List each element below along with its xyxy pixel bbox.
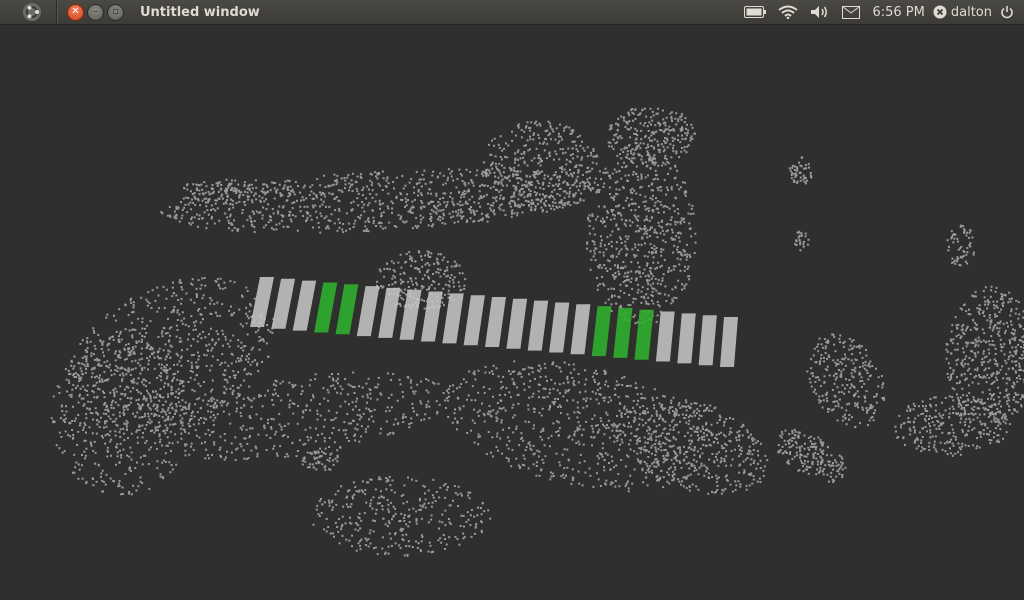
power-icon[interactable] [1000, 5, 1014, 19]
point-cloud-canvas[interactable] [0, 25, 1024, 600]
minimize-button[interactable]: – [87, 3, 104, 21]
step-bar [271, 278, 296, 329]
step-bar [442, 293, 464, 344]
wifi-icon[interactable] [778, 5, 799, 19]
maximize-button[interactable]: ▫ [107, 3, 124, 21]
minimize-icon: – [93, 6, 98, 17]
step-bar [378, 287, 401, 338]
top-panel: ✕ – ▫ Untitled window 6:56 PM dalton [0, 0, 1024, 25]
volume-icon[interactable] [810, 5, 830, 19]
highlighted-step-bar [613, 307, 633, 358]
step-bar [549, 302, 570, 353]
step-bar [570, 304, 591, 355]
step-bar [677, 313, 696, 364]
window-title: Untitled window [140, 4, 260, 20]
maximize-icon: ▫ [112, 6, 119, 17]
battery-icon[interactable] [744, 6, 767, 18]
system-tray: 6:56 PM dalton [732, 0, 1024, 24]
user-name: dalton [950, 4, 992, 20]
user-status-icon [933, 5, 947, 19]
close-button[interactable]: ✕ [67, 3, 84, 21]
ubuntu-logo-icon[interactable] [22, 2, 42, 22]
close-icon: ✕ [71, 6, 80, 17]
step-bar [356, 286, 380, 337]
point-cloud-viewport[interactable] [0, 25, 1024, 600]
highlighted-step-bar [335, 284, 359, 335]
step-bar [463, 295, 485, 346]
mail-icon[interactable] [842, 5, 861, 19]
panel-separator [56, 0, 57, 24]
step-bar [720, 317, 738, 367]
step-bar [420, 291, 443, 342]
step-bar [698, 315, 717, 366]
step-bar [655, 311, 675, 362]
step-bar [399, 289, 422, 340]
step-bar [527, 300, 549, 351]
step-bar [506, 298, 528, 349]
step-bars [250, 277, 738, 367]
step-bar [292, 280, 317, 331]
highlighted-step-bar [591, 306, 612, 357]
highlighted-step-bar [314, 282, 338, 333]
user-menu[interactable]: dalton [933, 5, 992, 20]
step-bar [250, 277, 274, 327]
window-controls: ✕ – ▫ [67, 3, 124, 21]
highlighted-step-bar [634, 309, 654, 360]
clock[interactable]: 6:56 PM [872, 5, 924, 20]
step-bar [485, 297, 506, 347]
